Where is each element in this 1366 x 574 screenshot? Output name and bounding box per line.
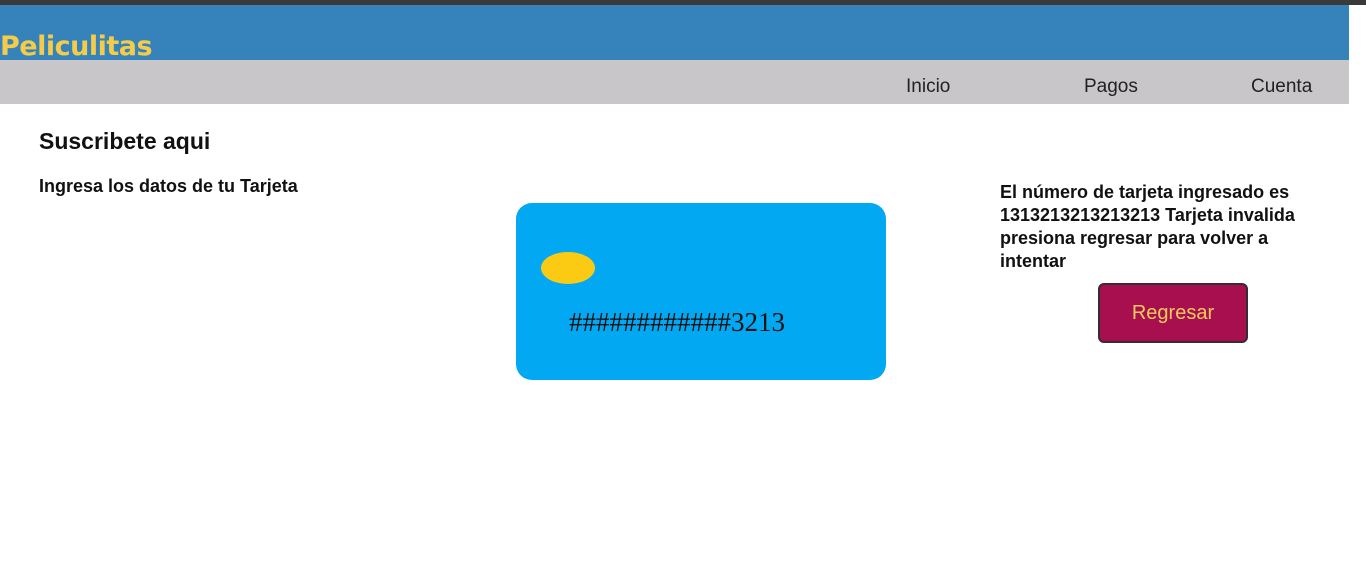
- site-header: Peliculitas: [0, 5, 1349, 63]
- nav-item-inicio[interactable]: Inicio: [906, 76, 950, 98]
- regresar-button[interactable]: Regresar: [1098, 283, 1248, 343]
- main-nav: Inicio Pagos Cuenta: [0, 60, 1349, 104]
- page-title: Suscribete aqui: [39, 128, 211, 154]
- credit-card-preview: ############3213: [516, 203, 886, 380]
- error-message: El número de tarjeta ingresado es 131321…: [1000, 182, 1295, 271]
- card-form-subtitle: Ingresa los datos de tu Tarjeta: [39, 176, 298, 196]
- card-masked-number: ############3213: [569, 307, 785, 337]
- brand-logo-text[interactable]: Peliculitas: [0, 31, 153, 63]
- card-chip-icon: [541, 252, 595, 284]
- nav-item-pagos[interactable]: Pagos: [1084, 76, 1138, 98]
- nav-item-cuenta[interactable]: Cuenta: [1251, 76, 1312, 98]
